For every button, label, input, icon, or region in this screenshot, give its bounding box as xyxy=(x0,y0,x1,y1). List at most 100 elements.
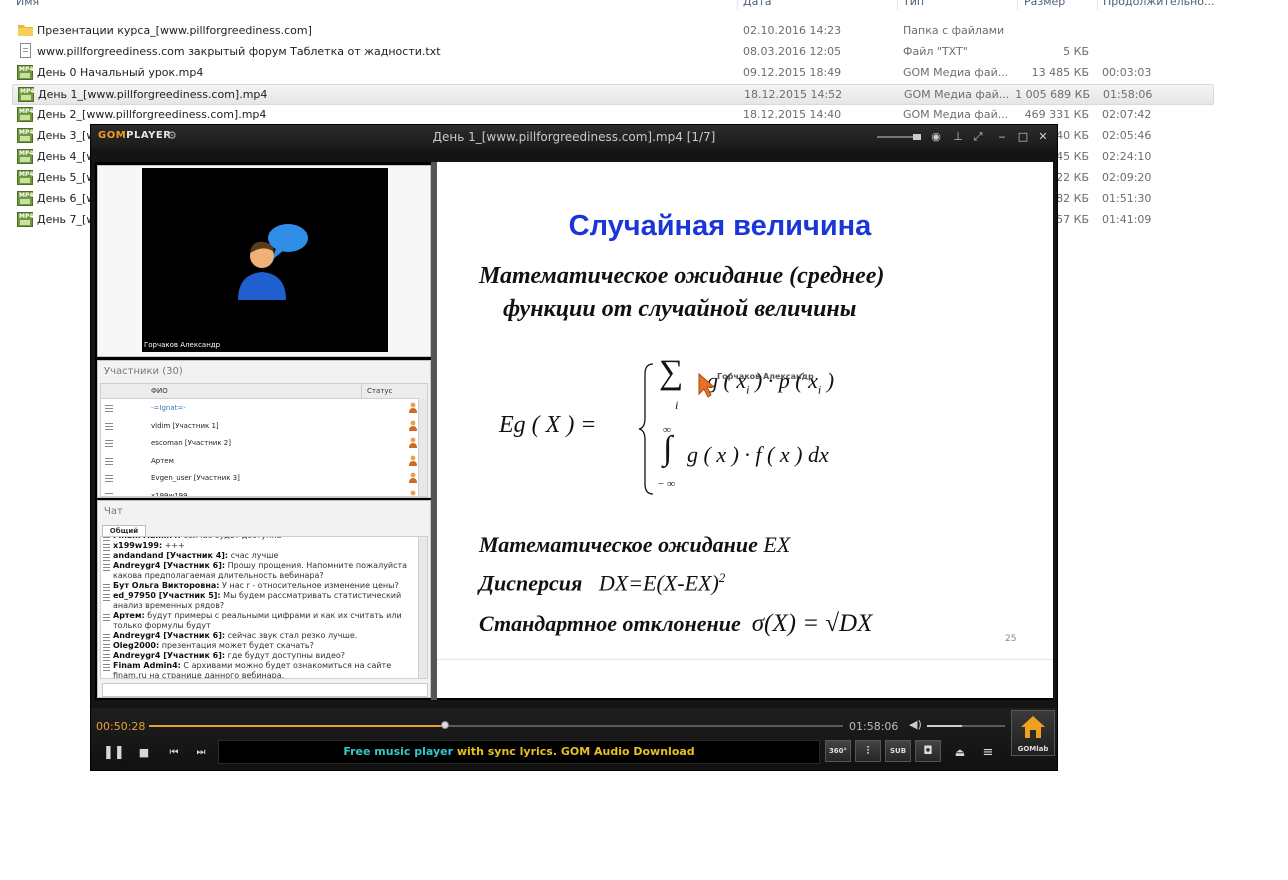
message-menu-icon[interactable] xyxy=(103,634,110,641)
row-menu-icon[interactable] xyxy=(105,405,113,412)
column-header-size[interactable]: Размер xyxy=(1024,0,1065,9)
screenshot-button[interactable]: ◘ xyxy=(915,740,941,762)
row-menu-icon[interactable] xyxy=(105,492,113,496)
broadcast-icon[interactable]: ◉ xyxy=(929,130,943,144)
user-icon xyxy=(410,490,416,496)
chat-scrollbar[interactable] xyxy=(418,537,427,678)
chat-input[interactable] xyxy=(102,683,428,697)
sum-sign: ∑ xyxy=(659,354,684,391)
file-size: 82 КБ xyxy=(1056,192,1089,205)
volume-level xyxy=(927,725,963,727)
file-row[interactable]: MP4 День 2_[www.pillforgreediness.com].mp… xyxy=(12,105,1212,125)
file-type: GOM Медиа фай... xyxy=(903,108,1009,121)
column-name-header[interactable]: ФИО xyxy=(151,387,168,395)
seek-bar[interactable] xyxy=(149,721,843,729)
message-menu-icon[interactable] xyxy=(103,664,110,671)
pause-icon[interactable]: ❚❚ xyxy=(103,745,125,761)
chat-message: Бут Ольга Викторовна: У нас r - относите… xyxy=(101,581,419,591)
mp4-file-icon: MP4 xyxy=(17,170,34,185)
slide-title: Случайная величина xyxy=(568,210,872,242)
menu-icon[interactable]: ≡ xyxy=(979,745,997,761)
participant-row[interactable]: -=Ignat=- xyxy=(101,400,417,417)
participant-name: Артем xyxy=(151,456,174,465)
participant-name: Evgen_user [Участник 3] xyxy=(151,474,240,482)
player-title-bar[interactable]: GOMPLAYER ⚙ День 1_[www.pillforgreedines… xyxy=(91,125,1057,149)
message-menu-icon[interactable] xyxy=(103,564,110,571)
column-header-date[interactable]: Дата xyxy=(743,0,771,9)
equalizer-button[interactable]: ⫶ xyxy=(855,740,881,762)
user-avatar-icon xyxy=(238,224,308,300)
next-icon[interactable]: ⏭ xyxy=(192,745,210,761)
column-separator xyxy=(1097,0,1098,10)
file-duration: 02:05:46 xyxy=(1102,129,1152,142)
file-row[interactable]: www.pillforgreediness.com закрытый форум… xyxy=(12,42,1212,62)
column-header-duration[interactable]: Продолжительно... xyxy=(1103,0,1215,9)
ticker-text: with sync lyrics. GOM Audio Download xyxy=(453,745,695,758)
file-size: 5 КБ xyxy=(1063,45,1089,58)
pin-icon[interactable]: ⊥ xyxy=(951,130,965,144)
chat-author: Бут Ольга Викторовна: xyxy=(113,581,220,590)
participants-title: Участники (30) xyxy=(104,366,183,377)
chat-message: x199w199: +++ xyxy=(101,541,419,551)
column-header-name[interactable]: Имя xyxy=(16,0,39,9)
file-size: 469 331 КБ xyxy=(1024,108,1089,121)
minimize-icon[interactable]: ‒ xyxy=(995,130,1009,144)
file-row[interactable]: MP4 День 0 Начальный урок.mp4 09.12.2015 1… xyxy=(12,63,1212,83)
file-row[interactable]: MP4 День 1_[www.pillforgreediness.com].mp… xyxy=(12,84,1214,105)
row-menu-icon[interactable] xyxy=(105,475,113,482)
participant-row[interactable]: Evgen_user [Участник 3] xyxy=(101,470,417,487)
file-date: 02.10.2016 14:23 xyxy=(743,24,842,37)
opacity-slider[interactable] xyxy=(877,134,921,140)
chat-message: Артем: будут примеры с реальными цифрами… xyxy=(101,611,419,631)
file-name: www.pillforgreediness.com закрытый форум… xyxy=(37,45,441,58)
message-menu-icon[interactable] xyxy=(103,594,110,601)
fullscreen-icon[interactable]: ⤢ xyxy=(971,130,985,144)
message-menu-icon[interactable] xyxy=(103,654,110,661)
volume-icon[interactable]: ◀) xyxy=(909,718,922,731)
gomlab-home-button[interactable]: GOMlab xyxy=(1011,710,1055,756)
chat-author: Finam Admin4: xyxy=(113,661,181,670)
message-menu-icon[interactable] xyxy=(103,554,110,561)
participant-name: x199w199 xyxy=(151,491,188,497)
close-icon[interactable]: ✕ xyxy=(1036,130,1050,144)
message-menu-icon[interactable] xyxy=(103,644,110,651)
row-menu-icon[interactable] xyxy=(105,422,113,430)
file-size: 13 485 КБ xyxy=(1031,66,1089,79)
file-duration: 02:24:10 xyxy=(1102,150,1152,163)
row-menu-icon[interactable] xyxy=(105,440,113,447)
participants-scrollbar[interactable] xyxy=(418,398,427,496)
chat-text: презентация может будет скачать? xyxy=(159,641,314,650)
column-status-header[interactable]: Статус xyxy=(367,387,392,395)
std-deviation-line: Стандартное отклонение σ(X) = √DX xyxy=(479,610,873,637)
row-menu-icon[interactable] xyxy=(105,457,113,465)
message-menu-icon[interactable] xyxy=(103,544,110,551)
seek-handle[interactable] xyxy=(441,721,450,729)
column-header-type[interactable]: Тип xyxy=(903,0,924,9)
chat-message: Andreygr4 [Участник 6]: сейчас звук стал… xyxy=(101,631,419,641)
file-name: День 4_[w xyxy=(37,150,96,163)
ad-ticker[interactable]: Free music player with sync lyrics. GOM … xyxy=(218,740,820,764)
participant-row[interactable]: x199w199 xyxy=(101,488,417,497)
vr-360-button[interactable]: 360° xyxy=(825,740,851,762)
chat-messages: Finam Admin4: сейчас будет доступнаx199w… xyxy=(100,536,428,679)
file-row[interactable]: Презентации курса_[www.pillforgreediness… xyxy=(12,21,1212,41)
volume-slider[interactable] xyxy=(927,725,1005,727)
slide-line-1: Математическое ожидание (среднее) xyxy=(479,263,885,289)
maximize-icon[interactable]: □ xyxy=(1016,130,1030,144)
eject-icon[interactable]: ⏏ xyxy=(951,745,969,761)
file-date: 08.03.2016 12:05 xyxy=(743,45,842,58)
txt-file-icon xyxy=(20,43,31,58)
previous-icon[interactable]: ⏮ xyxy=(165,745,183,761)
participant-row[interactable]: vldim [Участник 1] xyxy=(101,418,417,435)
file-size: 22 КБ xyxy=(1056,171,1089,184)
stop-icon[interactable]: ■ xyxy=(135,745,153,761)
column-separator xyxy=(897,0,898,10)
file-duration: 01:41:09 xyxy=(1102,213,1152,226)
message-menu-icon[interactable] xyxy=(103,584,110,591)
participant-row[interactable]: Артем xyxy=(101,453,417,470)
message-menu-icon[interactable] xyxy=(103,614,110,621)
participant-row[interactable]: escoman [Участник 2] xyxy=(101,435,417,452)
video-area[interactable]: Горчаков Александр Участники (30) ФИО Ст… xyxy=(95,162,1053,700)
file-duration: 00:03:03 xyxy=(1102,66,1152,79)
subtitles-button[interactable]: SUB xyxy=(885,740,911,762)
